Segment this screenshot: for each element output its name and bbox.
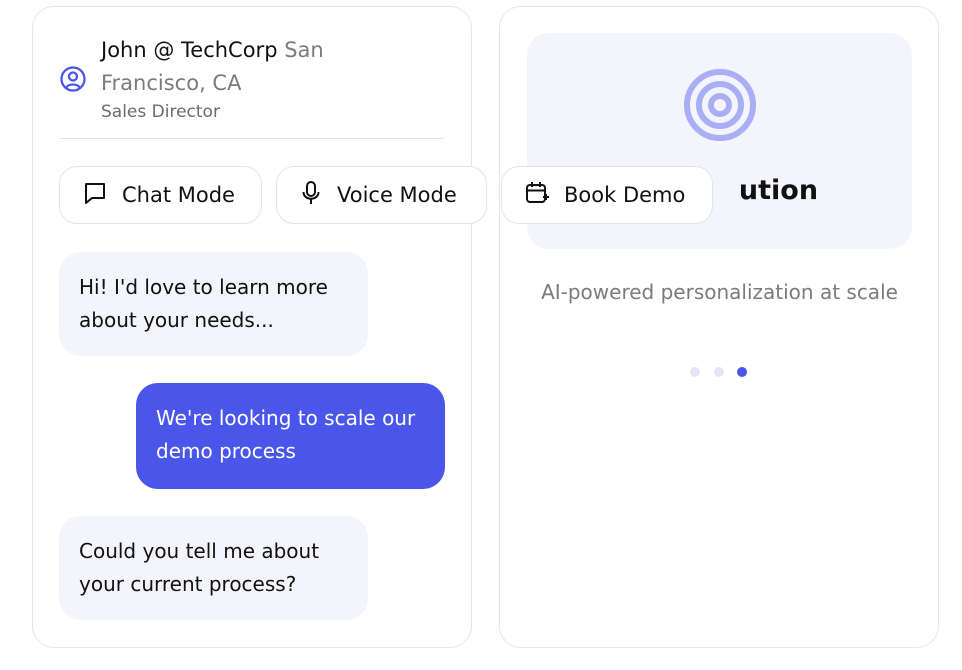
bot-message: Could you tell me about your current pro… [59,516,368,620]
chat-bubble-icon [82,180,108,211]
microphone-icon [299,180,323,211]
book-demo-button[interactable]: Book Demo [501,166,713,224]
user-message: We're looking to scale our demo process [136,383,445,489]
book-demo-label: Book Demo [564,183,686,207]
calendar-plus-icon [524,180,550,211]
profile-role: Sales Director [101,102,220,122]
chat-mode-label: Chat Mode [122,183,235,207]
carousel-dot[interactable] [714,367,724,377]
carousel-dots [690,367,750,379]
user-circle-icon [59,65,87,93]
target-icon [683,68,757,142]
feature-description: AI-powered personalization at scale [541,280,898,304]
divider [59,138,444,139]
profile-location-part1: San [284,38,324,62]
profile-location-part2: Francisco, CA [101,71,242,95]
carousel-dot-active[interactable] [737,367,747,377]
voice-mode-button[interactable]: Voice Mode [276,166,487,224]
chat-mode-button[interactable]: Chat Mode [59,166,262,224]
carousel-dot[interactable] [690,367,700,377]
bot-message: Hi! I'd love to learn more about your ne… [59,252,368,356]
profile-name: John @ TechCorp [101,38,278,62]
voice-mode-label: Voice Mode [337,183,457,207]
